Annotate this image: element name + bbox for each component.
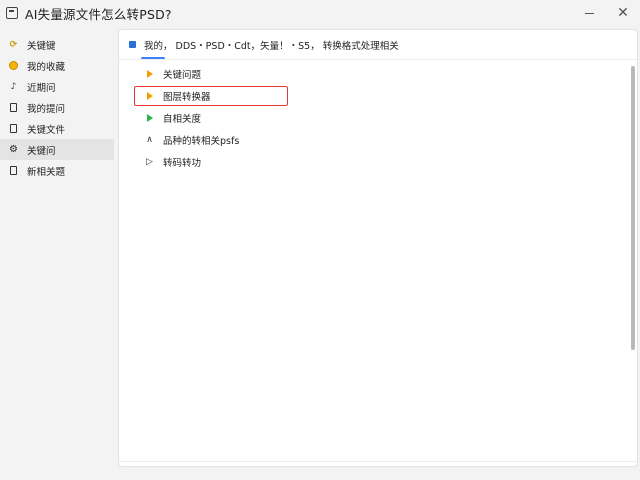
document-icon (8, 102, 19, 113)
sync-icon: ⟳ (9, 39, 18, 50)
app-icon (6, 7, 18, 19)
sidebar-item-6[interactable]: 新相关题 (0, 160, 114, 181)
green-triangle-icon (145, 114, 154, 123)
orange-triangle-icon (145, 70, 154, 79)
sidebar-item-label: 我的收藏 (27, 61, 66, 73)
app-window: AI失量源文件怎么转PSD? ✕ ⟳ 关键键 我的收藏 ♪ 近期问 我的提问 关… (0, 0, 640, 480)
list-item-label: 自相关度 (163, 114, 202, 125)
caret-icon: ∧ (146, 135, 153, 145)
sidebar-item-label: 近期问 (27, 82, 56, 94)
vertical-scrollbar[interactable] (631, 66, 635, 350)
sidebar-item-2[interactable]: ♪ 近期问 (0, 76, 114, 97)
sidebar-item-label: 新相关题 (27, 166, 66, 178)
minimize-button[interactable] (572, 0, 606, 26)
window-title: AI失量源文件怎么转PSD? (25, 6, 172, 22)
minimize-icon (584, 12, 594, 14)
square-icon (129, 41, 136, 48)
bottom-divider (119, 461, 637, 466)
outline-triangle-icon: ▷ (146, 157, 153, 167)
list-item[interactable]: 自相关度 (133, 107, 623, 129)
sidebar-item-4[interactable]: 关键文件 (0, 118, 114, 139)
list-item[interactable]: ▷ 转码转功 (133, 151, 623, 173)
list-item[interactable]: 关键问题 (133, 63, 623, 85)
music-icon: ♪ (10, 81, 17, 92)
list-item-label: 关键问题 (163, 70, 202, 81)
item-list: 关键问题 图层转换器 自相关度 ∧ 品种的转相关psfs ▷ 转码转功 (133, 63, 623, 173)
active-tab-indicator (141, 57, 165, 59)
list-item[interactable]: ∧ 品种的转相关psfs (133, 129, 623, 151)
sidebar-item-label: 我的提问 (27, 103, 66, 115)
document-icon (8, 123, 19, 134)
title-bar: AI失量源文件怎么转PSD? ✕ (0, 0, 640, 26)
header-text: 我的， DDS・PSD・Cdt，矢量！・S5， 转换格式处理相关 (144, 40, 399, 52)
close-button[interactable]: ✕ (606, 0, 640, 26)
sidebar-item-1[interactable]: 我的收藏 (0, 55, 114, 76)
sidebar-item-3[interactable]: 我的提问 (0, 97, 114, 118)
highlight-box (134, 86, 288, 106)
document-icon (8, 165, 19, 176)
main-panel: 我的， DDS・PSD・Cdt，矢量！・S5， 转换格式处理相关 关键问题 图层… (118, 29, 638, 467)
circle-icon (8, 60, 19, 71)
sidebar-item-label: 关键键 (27, 40, 56, 52)
list-item-highlighted[interactable]: 图层转换器 (133, 85, 623, 107)
sidebar-item-5[interactable]: ⚙ 关键问 (0, 139, 114, 160)
list-item-label: 转码转功 (163, 158, 202, 169)
close-icon: ✕ (617, 5, 629, 21)
list-item-label: 品种的转相关psfs (163, 136, 240, 147)
window-controls: ✕ (572, 0, 640, 26)
gear-icon: ⚙ (9, 144, 18, 155)
sidebar-item-0[interactable]: ⟳ 关键键 (0, 34, 114, 55)
sidebar-item-label: 关键文件 (27, 124, 66, 136)
sidebar-item-label: 关键问 (27, 145, 56, 157)
sidebar: ⟳ 关键键 我的收藏 ♪ 近期问 我的提问 关键文件 ⚙ 关键问 新相关题 (0, 34, 114, 181)
main-header: 我的， DDS・PSD・Cdt，矢量！・S5， 转换格式处理相关 (119, 30, 637, 60)
